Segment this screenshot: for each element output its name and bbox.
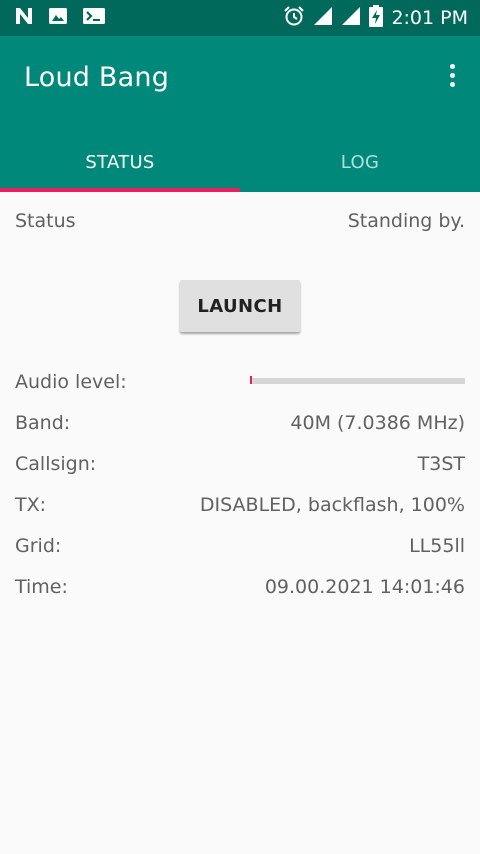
field-row-band: Band: 40M (7.0386 MHz): [15, 412, 465, 442]
tab-status[interactable]: STATUS: [0, 132, 240, 192]
signal-icon: [341, 6, 361, 30]
image-icon: [48, 6, 68, 30]
clock-time: 2:01 PM: [391, 7, 468, 29]
app-title: Loud Bang: [24, 62, 170, 93]
callsign-label: Callsign:: [15, 453, 97, 475]
n-logo-icon: [14, 6, 34, 30]
field-row-callsign: Callsign: T3ST: [15, 453, 465, 483]
grid-value: LL55ll: [409, 535, 465, 557]
audio-level-bar: [250, 376, 465, 384]
audio-level-row: Audio level:: [15, 371, 465, 401]
time-value: 09.00.2021 14:01:46: [264, 576, 465, 598]
tab-status-label: STATUS: [85, 151, 155, 173]
overflow-menu-icon[interactable]: [444, 64, 460, 92]
tab-log[interactable]: LOG: [240, 132, 480, 192]
audio-level-label: Audio level:: [15, 371, 127, 393]
callsign-value: T3ST: [417, 453, 465, 475]
grid-label: Grid:: [15, 535, 62, 557]
alarm-icon: [283, 5, 305, 31]
field-row-grid: Grid: LL55ll: [15, 535, 465, 565]
status-value: Standing by.: [347, 210, 465, 232]
tab-bar: STATUS LOG: [0, 132, 480, 192]
band-label: Band:: [15, 412, 71, 434]
launch-button[interactable]: LAUNCH: [180, 280, 300, 332]
terminal-icon: [82, 6, 106, 30]
time-label: Time:: [15, 576, 68, 598]
status-row: Status Standing by.: [15, 210, 465, 240]
battery-charging-icon: [369, 5, 384, 31]
field-row-tx: TX: DISABLED, backflash, 100%: [15, 494, 465, 524]
tab-log-label: LOG: [340, 151, 380, 173]
tx-value: DISABLED, backflash, 100%: [199, 494, 465, 516]
status-label: Status: [15, 210, 76, 232]
band-value: 40M (7.0386 MHz): [290, 412, 465, 434]
audio-level-marker: [250, 376, 252, 384]
field-row-time: Time: 09.00.2021 14:01:46: [15, 576, 465, 606]
system-status-bar: 2:01 PM: [0, 0, 480, 36]
app-bar: Loud Bang STATUS LOG: [0, 36, 480, 192]
tab-indicator: [0, 188, 240, 192]
tx-label: TX:: [15, 494, 47, 516]
signal-icon: [313, 6, 333, 30]
